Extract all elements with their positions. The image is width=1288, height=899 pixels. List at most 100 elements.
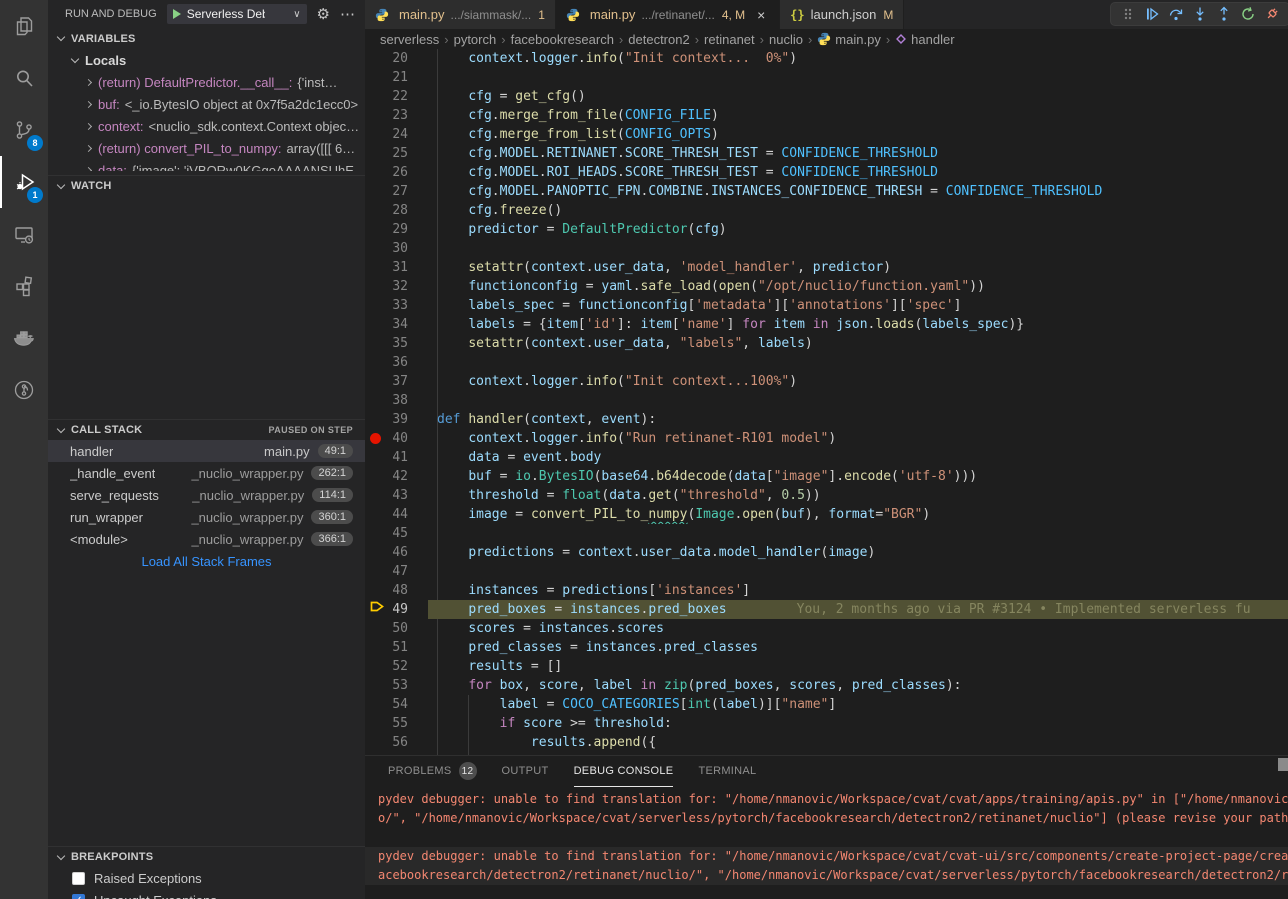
breakpoint-icon[interactable] (370, 433, 381, 444)
code-editor[interactable]: 20 context.logger.info("Init context... … (365, 49, 1288, 755)
breadcrumb-item-pytorch[interactable]: pytorch (454, 32, 497, 47)
tab-output[interactable]: OUTPUT (502, 756, 549, 787)
gutter[interactable]: 50 (365, 619, 437, 638)
breakpoints-section-header[interactable]: BREAKPOINTS (48, 846, 365, 867)
code-line[interactable]: 56 results.append({ (365, 733, 1288, 752)
code-line[interactable]: 52 results = [] (365, 657, 1288, 676)
code-line[interactable]: 53 for box, score, label in zip(pred_box… (365, 676, 1288, 695)
call-stack-section-header[interactable]: CALL STACK PAUSED ON STEP (48, 419, 365, 440)
debug-disconnect-icon[interactable] (1260, 3, 1284, 25)
gutter[interactable]: 34 (365, 315, 437, 334)
code-line[interactable]: 40 context.logger.info("Run retinanet-R1… (365, 429, 1288, 448)
code-line[interactable]: 46 predictions = context.user_data.model… (365, 543, 1288, 562)
search-icon[interactable] (0, 52, 48, 104)
code-line[interactable]: 38 (365, 391, 1288, 410)
breadcrumb-item-detectron2[interactable]: detectron2 (628, 32, 689, 47)
code-line[interactable]: 22 cfg = get_cfg() (365, 87, 1288, 106)
breadcrumb-item-serverless[interactable]: serverless (380, 32, 439, 47)
code-line[interactable]: 51 pred_classes = instances.pred_classes (365, 638, 1288, 657)
gutter[interactable]: 29 (365, 220, 437, 239)
editor-tab-main.py[interactable]: main.py.../retinanet/...4, M× (556, 0, 780, 29)
start-debug-icon[interactable] (173, 9, 181, 19)
code-line[interactable]: 43 threshold = float(data.get("threshold… (365, 486, 1288, 505)
code-line[interactable]: 25 cfg.MODEL.RETINANET.SCORE_THRESH_TEST… (365, 144, 1288, 163)
code-line[interactable]: 48 instances = predictions['instances'] (365, 581, 1288, 600)
gutter[interactable]: 35 (365, 334, 437, 353)
breakpoint-checkbox[interactable] (72, 872, 85, 885)
gutter[interactable]: 41 (365, 448, 437, 467)
code-line[interactable]: 47 (365, 562, 1288, 581)
breadcrumb-item-handler[interactable]: handler (895, 32, 954, 47)
code-line[interactable]: 24 cfg.merge_from_list(CONFIG_OPTS) (365, 125, 1288, 144)
code-line[interactable]: 28 cfg.freeze() (365, 201, 1288, 220)
load-all-stack-frames-link[interactable]: Load All Stack Frames (48, 550, 365, 572)
gutter[interactable]: 24 (365, 125, 437, 144)
debug-continue-icon[interactable] (1140, 3, 1164, 25)
gutter[interactable]: 43 (365, 486, 437, 505)
breakpoint-checkbox[interactable]: ✓ (72, 894, 85, 899)
code-line[interactable]: 54 label = COCO_CATEGORIES[int(label)]["… (365, 695, 1288, 714)
gutter[interactable]: 33 (365, 296, 437, 315)
gutter[interactable]: 27 (365, 182, 437, 201)
gutter[interactable]: 36 (365, 353, 437, 372)
gutter[interactable]: 28 (365, 201, 437, 220)
variable-row[interactable]: data:{'image': 'iVBORw0KGgoAAAANSUhE… (48, 159, 365, 171)
variable-row[interactable]: buf:<_io.BytesIO object at 0x7f5a2dc1ecc… (48, 93, 365, 115)
panel-scrollbar[interactable] (1278, 758, 1288, 771)
gutter[interactable]: 44 (365, 505, 437, 524)
gutter[interactable]: 53 (365, 676, 437, 695)
code-line[interactable]: 27 cfg.MODEL.PANOPTIC_FPN.COMBINE.INSTAN… (365, 182, 1288, 201)
git-graph-icon[interactable] (0, 364, 48, 416)
code-line[interactable]: 29 predictor = DefaultPredictor(cfg) (365, 220, 1288, 239)
gutter[interactable]: 56 (365, 733, 437, 752)
code-line[interactable]: 26 cfg.MODEL.ROI_HEADS.SCORE_THRESH_TEST… (365, 163, 1288, 182)
gutter[interactable]: 23 (365, 106, 437, 125)
breadcrumb-item-nuclio[interactable]: nuclio (769, 32, 803, 47)
call-stack-frame[interactable]: run_wrapper_nuclio_wrapper.py360:1 (48, 506, 365, 528)
code-line[interactable]: 34 labels = {item['id']: item['name'] fo… (365, 315, 1288, 334)
docker-icon[interactable] (0, 312, 48, 364)
gutter[interactable]: 54 (365, 695, 437, 714)
code-line[interactable]: 55 if score >= threshold: (365, 714, 1288, 733)
debug-config-dropdown[interactable]: Serverless Debu ∨ (167, 4, 307, 24)
code-line[interactable]: 41 data = event.body (365, 448, 1288, 467)
more-actions-icon[interactable]: ⋯ (340, 7, 355, 22)
gutter[interactable]: 47 (365, 562, 437, 581)
gutter[interactable]: 32 (365, 277, 437, 296)
close-icon[interactable]: × (753, 7, 769, 23)
toolbar-grip-icon[interactable] (1116, 3, 1140, 25)
gutter[interactable]: 38 (365, 391, 437, 410)
gutter[interactable]: 25 (365, 144, 437, 163)
code-line[interactable]: 44 image = convert_PIL_to_numpy(Image.op… (365, 505, 1288, 524)
gutter[interactable]: 21 (365, 68, 437, 87)
gutter[interactable]: 37 (365, 372, 437, 391)
gutter[interactable]: 30 (365, 239, 437, 258)
code-line[interactable]: 30 (365, 239, 1288, 258)
code-line[interactable]: 42 buf = io.BytesIO(base64.b64decode(dat… (365, 467, 1288, 486)
gutter[interactable]: 51 (365, 638, 437, 657)
gutter-glyph[interactable] (365, 600, 387, 619)
variable-row[interactable]: (return) convert_PIL_to_numpy:array([[[ … (48, 137, 365, 159)
gutter[interactable]: 42 (365, 467, 437, 486)
gutter[interactable]: 40 (365, 429, 437, 448)
call-stack-frame[interactable]: _handle_event_nuclio_wrapper.py262:1 (48, 462, 365, 484)
code-line[interactable]: 32 functionconfig = yaml.safe_load(open(… (365, 277, 1288, 296)
editor-tab-launch.json[interactable]: {}launch.jsonM (780, 0, 904, 29)
source-control-icon[interactable]: 8 (0, 104, 48, 156)
gutter[interactable]: 49 (365, 600, 437, 619)
call-stack-frame[interactable]: <module>_nuclio_wrapper.py366:1 (48, 528, 365, 550)
code-line[interactable]: 50 scores = instances.scores (365, 619, 1288, 638)
tab-terminal[interactable]: TERMINAL (698, 756, 756, 787)
extensions-icon[interactable] (0, 260, 48, 312)
call-stack-frame[interactable]: serve_requests_nuclio_wrapper.py114:1 (48, 484, 365, 506)
debug-step-out-icon[interactable] (1212, 3, 1236, 25)
code-line[interactable]: 20 context.logger.info("Init context... … (365, 49, 1288, 68)
gutter[interactable]: 22 (365, 87, 437, 106)
tab-debug-console[interactable]: DEBUG CONSOLE (574, 756, 674, 787)
code-line[interactable]: 49 pred_boxes = instances.pred_boxesYou,… (365, 600, 1288, 619)
debug-step-into-icon[interactable] (1188, 3, 1212, 25)
code-line[interactable]: 23 cfg.merge_from_file(CONFIG_FILE) (365, 106, 1288, 125)
code-line[interactable]: 35 setattr(context.user_data, "labels", … (365, 334, 1288, 353)
call-stack-frame[interactable]: handlermain.py49:1 (48, 440, 365, 462)
code-line[interactable]: 31 setattr(context.user_data, 'model_han… (365, 258, 1288, 277)
